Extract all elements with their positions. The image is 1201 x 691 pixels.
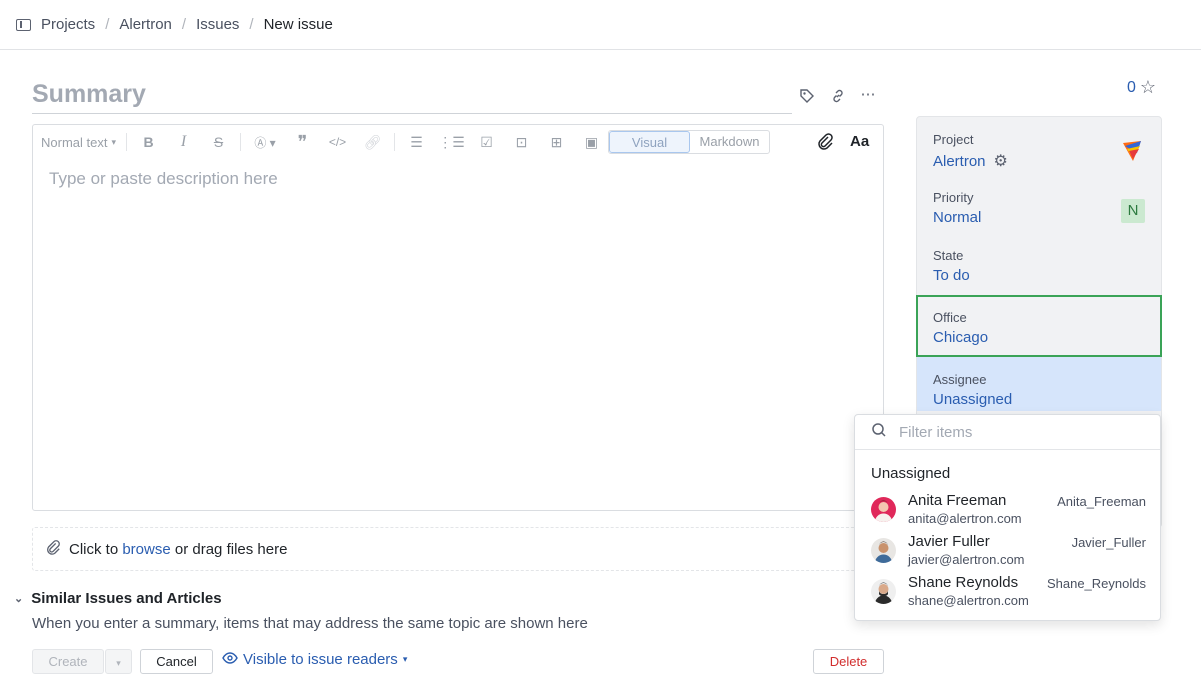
star-icon: ☆ [1139, 77, 1157, 97]
image-icon[interactable]: ▣ [574, 134, 609, 151]
field-label: Priority [933, 190, 974, 205]
user-email: shane@alertron.com [908, 593, 1029, 608]
office-value: Chicago [933, 329, 989, 346]
avatar [871, 538, 896, 563]
similar-description: When you enter a summary, items that may… [32, 615, 588, 632]
sidebar-toggle-icon[interactable] [16, 18, 31, 31]
chevron-down-icon: ▾ [111, 136, 116, 147]
font-settings-button[interactable]: Aa [850, 133, 869, 150]
attachment-dropzone[interactable]: Click to browse or drag files here [32, 527, 872, 571]
similar-section-toggle[interactable]: ⌄ Similar Issues and Articles [14, 590, 222, 607]
quote-icon[interactable]: ❞ [285, 132, 320, 153]
breadcrumb-separator: / [181, 16, 187, 33]
star-count: 0 [1127, 78, 1136, 96]
code-block-icon[interactable]: ⊡ [504, 134, 539, 151]
field-value-wrapper: Alertron ⚙ [933, 151, 1145, 171]
mode-visual[interactable]: Visual [609, 131, 690, 153]
user-option[interactable]: Anita Freeman anita@alertron.com Anita_F… [871, 492, 1146, 532]
browse-link[interactable]: browse [122, 541, 170, 558]
gear-icon[interactable]: ⚙ [994, 151, 1008, 171]
field-label: Office [933, 310, 967, 325]
search-icon [871, 422, 887, 443]
filter-input[interactable] [899, 423, 1139, 441]
visibility-label: Visible to issue readers [243, 651, 398, 668]
numbered-list-icon[interactable]: ⋮☰ [434, 134, 469, 151]
avatar [871, 579, 896, 604]
chevron-down-icon: ⌄ [14, 593, 24, 605]
field-label: Assignee [933, 372, 987, 387]
editor-mode-toggle: Visual Markdown [608, 130, 770, 154]
user-name: Shane Reynolds [908, 574, 1019, 591]
priority-value: Normal [933, 209, 982, 226]
star-toggle[interactable]: 0 ☆ [1127, 77, 1156, 98]
breadcrumb-separator: / [249, 16, 254, 33]
state-value: To do [933, 267, 970, 284]
field-label: State [933, 248, 964, 263]
field-project[interactable]: Project Alertron ⚙ [917, 117, 1161, 175]
breadcrumb-current: New issue [263, 16, 333, 33]
user-option[interactable]: Javier Fuller javier@alertron.com Javier… [871, 533, 1146, 573]
assignee-dropdown: Unassigned Anita Freeman anita@alertron.… [854, 414, 1161, 621]
field-assignee[interactable]: Assignee Unassigned [917, 357, 1161, 411]
description-editor[interactable]: Normal text ▾ B I S Ⓐ ▾ ❞ </> 🔗︎ ☰ ⋮☰ ☑ … [32, 124, 884, 511]
chevron-down-icon: ▾ [402, 654, 408, 664]
field-office[interactable]: Office Chicago [916, 295, 1162, 357]
more-icon[interactable]: ⋯ [859, 86, 877, 104]
tag-icon[interactable] [798, 88, 816, 106]
paperclip-icon[interactable] [816, 132, 834, 155]
description-placeholder: Type or paste description here [49, 169, 278, 188]
user-name: Javier Fuller [908, 533, 990, 550]
option-unassigned[interactable]: Unassigned [871, 465, 950, 482]
project-value: Alertron [933, 152, 986, 170]
filter-bar [855, 415, 1160, 450]
mode-markdown[interactable]: Markdown [690, 131, 769, 153]
user-login: Anita_Freeman [1057, 494, 1146, 509]
text-style-select[interactable]: Normal text [41, 135, 107, 150]
checklist-icon[interactable]: ☑ [469, 134, 504, 151]
toolbar-divider [240, 133, 241, 151]
create-button[interactable]: Create [32, 649, 104, 674]
dropzone-text-suffix: or drag files here [170, 540, 288, 558]
user-login: Shane_Reynolds [1046, 576, 1146, 591]
editor-toolbar: Normal text ▾ B I S Ⓐ ▾ ❞ </> 🔗︎ ☰ ⋮☰ ☑ … [33, 125, 883, 159]
toolbar-divider [126, 133, 127, 151]
paperclip-icon [45, 539, 61, 559]
delete-button[interactable]: Delete [813, 649, 884, 674]
breadcrumb-separator: / [105, 16, 110, 33]
breadcrumb: Projects / Alertron / Issues / New issue [0, 0, 1201, 50]
link-icon[interactable]: 🔗︎ [355, 134, 390, 151]
italic-icon[interactable]: I [166, 133, 201, 151]
cancel-button[interactable]: Cancel [140, 649, 213, 674]
code-icon[interactable]: </> [320, 135, 355, 149]
toolbar-divider [394, 133, 395, 151]
user-login: Javier_Fuller [1071, 535, 1146, 550]
bullet-list-icon[interactable]: ☰ [399, 134, 434, 151]
breadcrumb-projects[interactable]: Projects [41, 16, 95, 33]
avatar [871, 497, 896, 522]
field-label: Project [933, 132, 974, 147]
assignee-value: Unassigned [933, 391, 1013, 408]
table-icon[interactable]: ⊞ [539, 134, 574, 151]
bold-icon[interactable]: B [131, 134, 166, 150]
user-email: anita@alertron.com [908, 511, 1022, 526]
breadcrumb-alertron[interactable]: Alertron [119, 16, 172, 33]
user-option[interactable]: Shane Reynolds shane@alertron.com Shane_… [871, 574, 1146, 614]
dropzone-text-prefix: Click to [69, 540, 123, 558]
priority-badge: N [1121, 199, 1145, 223]
chevron-down-icon: ▾ [116, 658, 121, 668]
text-color-icon[interactable]: Ⓐ ▾ [245, 134, 285, 151]
user-email: javier@alertron.com [908, 552, 1025, 567]
similar-title: Similar Issues and Articles [31, 590, 222, 607]
summary-input[interactable]: Summary [32, 80, 792, 114]
visibility-selector[interactable]: Visible to issue readers ▾ [222, 651, 407, 668]
create-options-button[interactable]: ▾ [105, 649, 132, 674]
eye-icon [222, 651, 238, 668]
link-icon[interactable] [829, 88, 847, 106]
strikethrough-icon[interactable]: S [201, 134, 236, 150]
user-name: Anita Freeman [908, 492, 1007, 509]
project-logo-icon [1123, 141, 1141, 161]
breadcrumb-issues[interactable]: Issues [196, 16, 239, 33]
field-state[interactable]: State To do [917, 233, 1161, 291]
